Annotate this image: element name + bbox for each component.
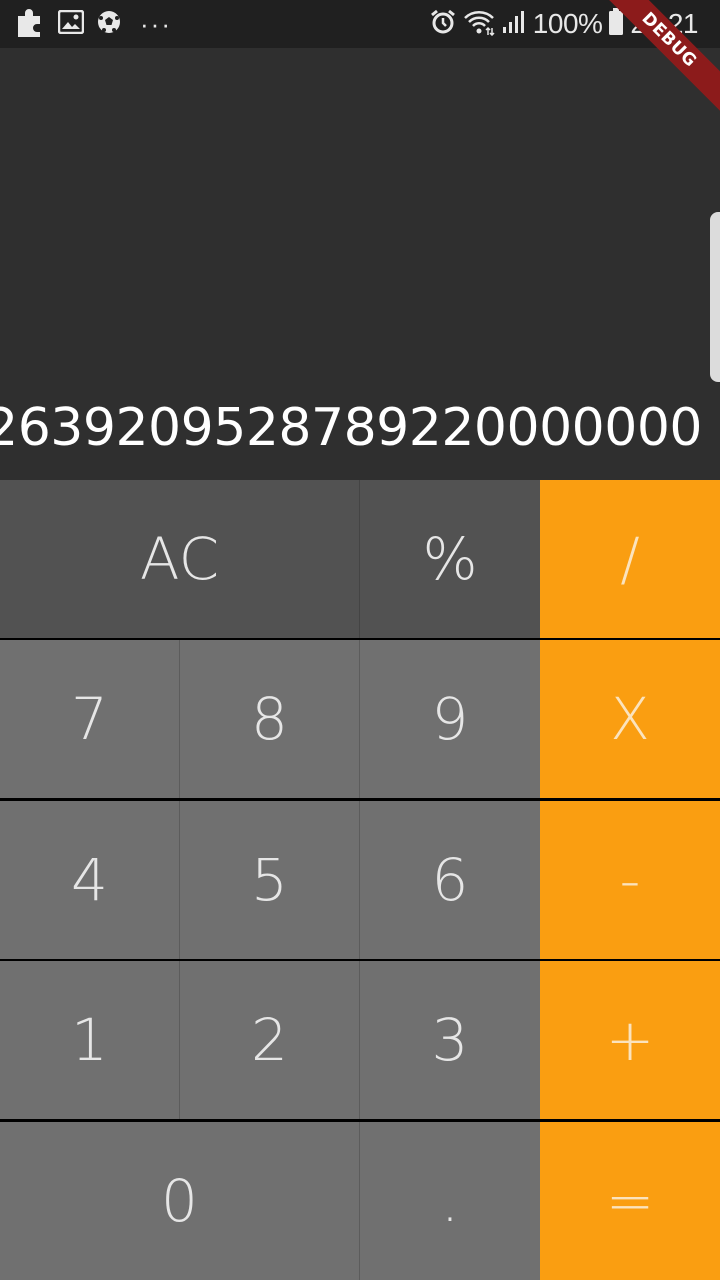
calculator-display: 2639209528789220000000 [0, 48, 720, 480]
more-notifications-icon: ··· [140, 9, 172, 39]
status-left-icons: ··· [16, 8, 172, 40]
ac-button[interactable]: AC [0, 480, 360, 638]
equals-button[interactable]: = [540, 1122, 720, 1280]
image-icon [57, 9, 85, 38]
status-bar: ··· 100% [0, 0, 720, 48]
battery-percent: 100% [532, 8, 603, 39]
one-button[interactable]: 1 [0, 961, 180, 1119]
minus-button[interactable]: - [540, 801, 720, 959]
wifi-icon [463, 8, 495, 40]
four-button[interactable]: 4 [0, 801, 180, 959]
alarm-icon [429, 8, 457, 40]
scroll-handle[interactable] [710, 212, 720, 382]
zero-button[interactable]: 0 [0, 1122, 360, 1280]
plus-button[interactable]: + [540, 961, 720, 1119]
divide-button[interactable]: / [540, 480, 720, 638]
three-button[interactable]: 3 [360, 961, 540, 1119]
six-button[interactable]: 6 [360, 801, 540, 959]
keypad: AC % / 7 8 9 X 4 5 6 - 1 2 3 + 0 . = [0, 480, 720, 1280]
eight-button[interactable]: 8 [180, 640, 360, 798]
soccer-ball-icon [96, 9, 122, 39]
signal-icon [501, 9, 527, 39]
nine-button[interactable]: 9 [360, 640, 540, 798]
calculator-app: ··· 100% 2639209528789220000000 AC % / 7… [0, 0, 720, 1280]
display-value: 2639209528789220000000 [0, 398, 702, 458]
five-button[interactable]: 5 [180, 801, 360, 959]
puzzle-icon [16, 6, 46, 42]
multiply-button[interactable]: X [540, 640, 720, 798]
seven-button[interactable]: 7 [0, 640, 180, 798]
two-button[interactable]: 2 [180, 961, 360, 1119]
decimal-button[interactable]: . [360, 1122, 540, 1280]
percent-button[interactable]: % [360, 480, 540, 638]
